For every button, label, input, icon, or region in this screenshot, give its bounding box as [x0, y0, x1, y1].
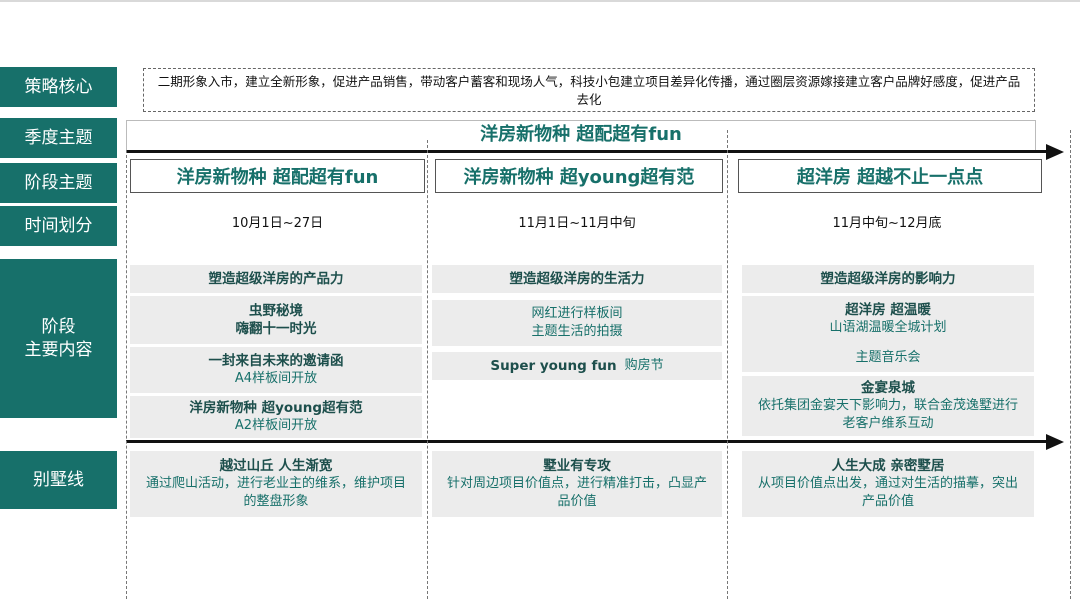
stage1-header-text: 塑造超级洋房的产品力: [208, 271, 344, 287]
item-subtitle: 网红进行样板间 主题生活的拍摄: [531, 306, 623, 339]
stage1-villa: 越过山丘 人生渐宽 通过爬山活动，进行老业主的维系，维护项目的整盘形象: [130, 451, 422, 517]
timeline-arrow-top: [126, 150, 1048, 153]
item-title: 洋房新物种 超young超有范: [189, 400, 363, 416]
item-subtitle: 依托集团金宴天下影响力，联合金茂逸墅进行老客户维系互动: [757, 398, 1018, 431]
label-villa: 别墅线: [0, 451, 117, 509]
item-subtitle: 购房节: [624, 358, 664, 373]
divider-line: [727, 130, 728, 599]
villa-subtitle: 从项目价值点出发，通过对生活的描摹，突出产品价值: [757, 476, 1018, 509]
strategy-text: 二期形象入市，建立全新形象，促进产品销售，带动客户蓄客和现场人气，科技小包建立项…: [143, 68, 1035, 112]
stage-theme-1: 洋房新物种 超配超有fun: [130, 159, 425, 193]
divider-line: [1070, 130, 1071, 599]
stage-theme-3: 超洋房 超越不止一点点: [738, 159, 1042, 193]
divider-line: [427, 140, 428, 599]
item-subtitle: A2样板间开放: [234, 418, 318, 433]
stage3-header-text: 塑造超级洋房的影响力: [820, 271, 956, 287]
item-subtitle: 主题音乐会: [855, 350, 921, 365]
item-subtitle: 嗨翻十一时光: [235, 321, 317, 337]
item-title: Super young fun: [490, 358, 617, 374]
label-season: 季度主题: [0, 118, 117, 158]
stage3-item: 金宴泉城 依托集团金宴天下影响力，联合金茂逸墅进行老客户维系互动: [742, 376, 1034, 436]
item-title: 超洋房 超温暖: [845, 302, 931, 318]
item-title: 金宴泉城: [861, 380, 915, 396]
time-range-3: 11月中旬~12月底: [832, 216, 942, 231]
stage3-villa: 人生大成 亲密墅居 从项目价值点出发，通过对生活的描摹，突出产品价值: [742, 451, 1034, 517]
label-content: 阶段 主要内容: [0, 259, 117, 418]
stage-theme-2: 洋房新物种 超young超有范: [435, 159, 723, 193]
villa-title: 人生大成 亲密墅居: [831, 458, 945, 474]
label-strategy: 策略核心: [0, 67, 117, 107]
villa-subtitle: 通过爬山活动，进行老业主的维系，维护项目的整盘形象: [145, 476, 406, 509]
item-title: 一封来自未来的邀请函: [208, 353, 344, 369]
stage2-item: Super young fun 购房节: [432, 352, 722, 380]
item-title: 虫野秘境: [249, 303, 303, 319]
divider-line: [126, 150, 127, 599]
stage1-header: 塑造超级洋房的产品力: [130, 265, 422, 293]
arrow-head-top-icon: [1046, 143, 1064, 160]
villa-title: 越过山丘 人生渐宽: [219, 458, 333, 474]
stage2-item: 网红进行样板间 主题生活的拍摄: [432, 300, 722, 346]
item-subtitle: 山语湖温暖全城计划: [829, 320, 947, 335]
stage2-header-text: 塑造超级洋房的生活力: [509, 271, 645, 287]
stage2-header: 塑造超级洋房的生活力: [432, 265, 722, 293]
villa-title: 墅业有专攻: [543, 458, 611, 474]
stage3-item: 超洋房 超温暖 山语湖温暖全城计划 主题音乐会: [742, 296, 1034, 372]
timeline-arrow-bottom: [126, 440, 1048, 443]
top-border: [0, 0, 1080, 2]
label-stage-theme: 阶段主题: [0, 163, 117, 203]
stage1-item: 虫野秘境 嗨翻十一时光: [130, 296, 422, 344]
item-subtitle: A4样板间开放: [234, 371, 318, 386]
stage2-villa: 墅业有专攻 针对周边项目价值点，进行精准打击，凸显产品价值: [432, 451, 722, 517]
time-range-1: 10月1日~27日: [231, 216, 324, 231]
label-time: 时间划分: [0, 206, 117, 246]
villa-subtitle: 针对周边项目价值点，进行精准打击，凸显产品价值: [446, 476, 707, 509]
stage3-header: 塑造超级洋房的影响力: [742, 265, 1034, 293]
stage1-item: 洋房新物种 超young超有范 A2样板间开放: [130, 396, 422, 438]
season-title: 洋房新物种 超配超有fun: [480, 124, 682, 145]
stage1-item: 一封来自未来的邀请函 A4样板间开放: [130, 347, 422, 393]
arrow-head-bottom-icon: [1046, 433, 1064, 450]
time-range-2: 11月1日~11月中旬: [518, 216, 636, 231]
